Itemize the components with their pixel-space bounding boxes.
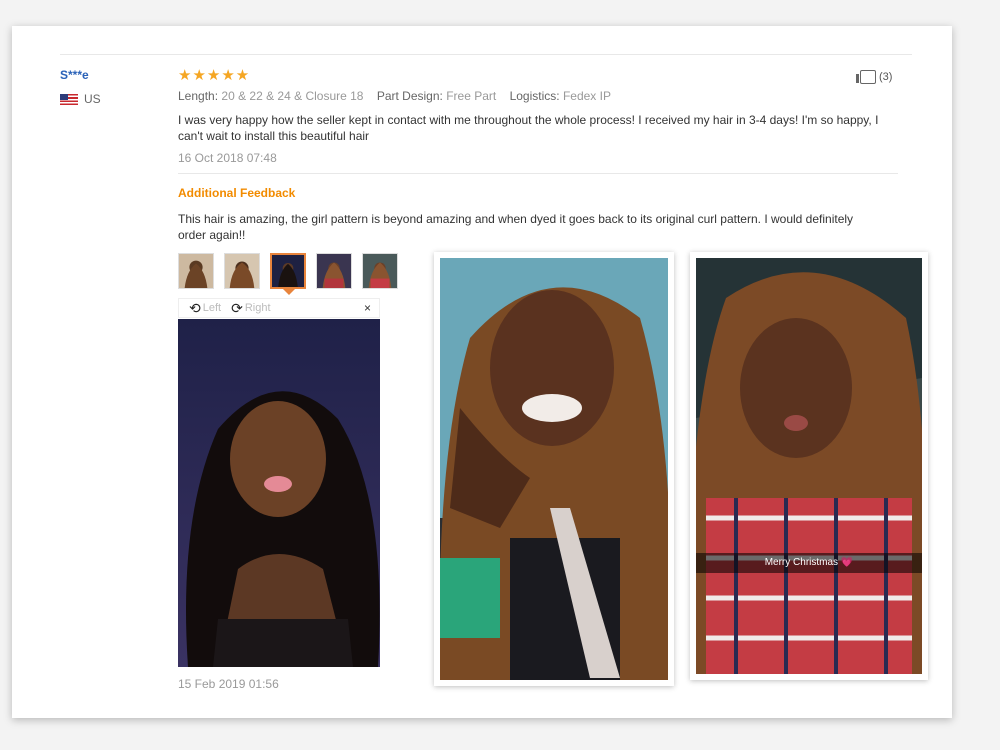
helpful-button[interactable]: (3) [856,70,893,84]
additional-feedback-title: Additional Feedback [178,186,296,200]
attr-value: 20 & 22 & 24 & Closure 18 [221,89,364,103]
photo-thumbnail[interactable] [178,253,214,289]
rotate-left-label: Left [202,302,222,314]
country-label: US [84,92,101,106]
image-viewer-toolbar: ⟲ Left ⟳ Right × [178,298,380,318]
photo-thumbnail[interactable] [362,253,398,289]
additional-feedback-text: This hair is amazing, the girl pattern i… [178,212,854,242]
rotate-left-icon: ⟲ [189,299,201,316]
review-photo[interactable] [434,252,674,686]
helpful-count: (3) [879,71,893,83]
us-flag-icon [60,93,78,105]
enlarged-photo [178,319,380,667]
review-date: 16 Oct 2018 07:48 [178,151,277,165]
rotate-right-icon: ⟳ [231,299,243,316]
thumbs-up-icon [856,70,876,84]
star-rating: ★★★★★ [178,67,251,84]
photo-thumbnail[interactable] [316,253,352,289]
attr-label: Part Design: [376,89,443,103]
attr-value: Fedex IP [562,89,611,103]
attr-label: Length: [178,89,219,103]
photo-thumbnail[interactable] [224,253,260,289]
attr-value: Free Part [446,89,497,103]
review-text: I was very happy how the seller kept in … [178,113,879,143]
photo-thumbnails [178,253,398,295]
divider [178,173,898,174]
rotate-right-label: Right [244,302,271,314]
rotate-left-button[interactable]: ⟲ Left [189,300,221,317]
attr-label: Logistics: [509,89,560,103]
product-attributes: Length: 20 & 22 & 24 & Closure 18 Part D… [178,89,611,103]
reviewer-name[interactable]: S***e [60,68,89,82]
close-viewer-button[interactable]: × [364,301,371,315]
rotate-right-button[interactable]: ⟳ Right [231,300,270,317]
reviewer-country: US [60,92,101,106]
review-card: S***e US ★★★★★ (3) Length: 20 & 22 & 24 … [12,26,952,718]
photo-thumbnail-selected[interactable] [270,253,306,295]
review-photo-image: Merry Christmas 💗 [696,258,922,674]
photo-caption: Merry Christmas 💗 [696,553,922,573]
review-photo-image [440,258,668,680]
review-photo[interactable]: Merry Christmas 💗 [690,252,928,680]
additional-feedback-date: 15 Feb 2019 01:56 [178,677,279,691]
divider [60,54,912,55]
